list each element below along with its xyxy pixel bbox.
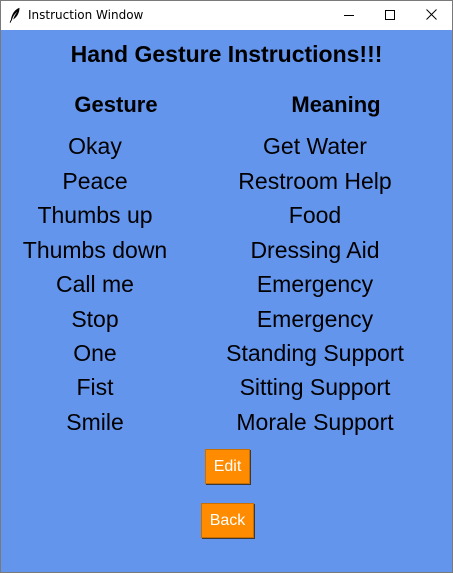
meaning-label: Dressing Aid [250,237,380,263]
meaning-label: Morale Support [236,409,394,435]
gesture-label: Fist [76,374,114,400]
close-button[interactable] [409,1,453,30]
gesture-label: One [73,340,117,366]
table-row: Stop Emergency [1,306,452,340]
maximize-button[interactable] [367,1,412,30]
feather-icon [9,7,21,23]
title-bar[interactable]: Instruction Window [1,1,452,30]
gesture-column-header: Gesture [74,92,158,117]
table-row: Fist Sitting Support [1,374,452,408]
table-row: Thumbs down Dressing Aid [1,237,452,271]
table-row: Okay Get Water [1,133,452,167]
table-row: Call me Emergency [1,271,452,305]
maximize-icon [384,7,395,25]
window-title: Instruction Window [28,8,144,22]
close-icon [426,7,437,25]
table-row: One Standing Support [1,340,452,374]
gesture-label: Smile [66,409,124,435]
gesture-label: Thumbs up [37,202,153,228]
back-button[interactable]: Back [201,503,254,538]
meaning-label: Sitting Support [239,374,391,400]
page-title: Hand Gesture Instructions!!! [70,41,383,67]
meaning-label: Emergency [256,271,374,297]
minimize-button[interactable] [326,1,371,30]
minimize-icon [343,7,354,25]
meaning-label: Get Water [263,133,367,159]
meaning-label: Food [288,202,342,228]
gesture-label: Okay [68,133,122,159]
gesture-label: Call me [56,271,134,297]
instruction-window: Instruction Window Hand Gesture Instruct… [0,0,453,573]
edit-button[interactable]: Edit [205,449,250,484]
table-row: Peace Restroom Help [1,168,452,202]
meaning-label: Emergency [256,306,374,332]
gesture-label: Stop [71,306,119,332]
gesture-label: Thumbs down [22,237,168,263]
table-row: Smile Morale Support [1,409,452,443]
table-row: Thumbs up Food [1,202,452,236]
meaning-column-header: Meaning [291,92,381,117]
gesture-label: Peace [62,168,128,194]
meaning-label: Standing Support [226,340,404,366]
meaning-label: Restroom Help [238,168,392,194]
